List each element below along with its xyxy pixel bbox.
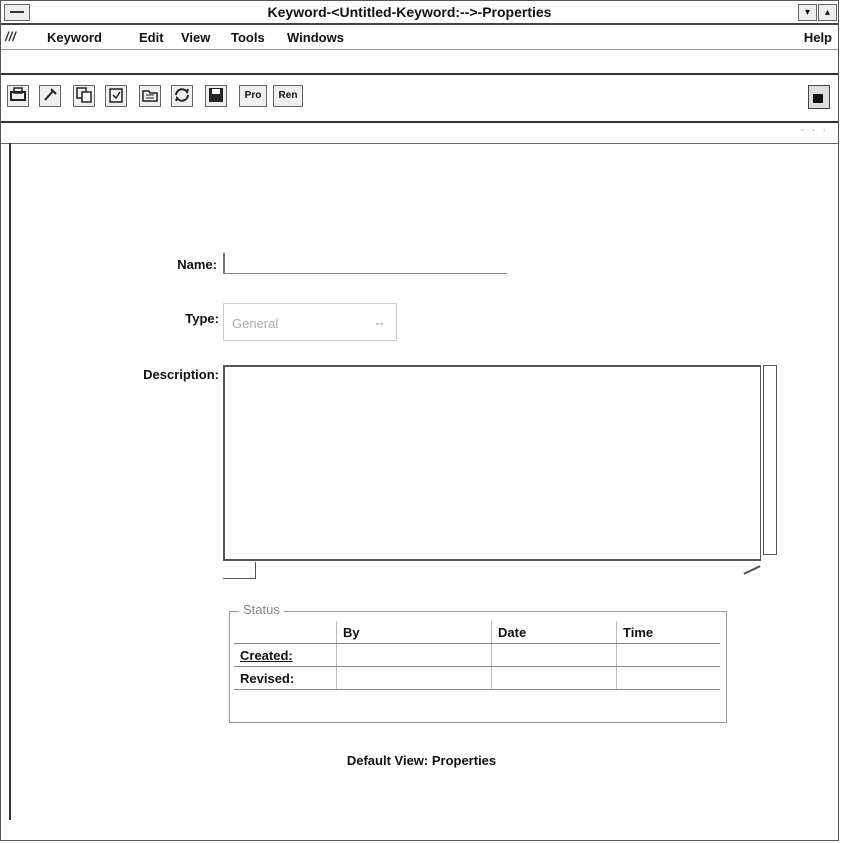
print-icon[interactable] (7, 85, 29, 107)
description-textarea[interactable] (223, 365, 761, 561)
window-title: Keyword-<Untitled-Keyword:-->-Properties (267, 4, 552, 20)
more-indicator: · · · (800, 124, 828, 136)
system-menu-button[interactable] (4, 4, 30, 21)
resize-grip-icon[interactable] (743, 565, 761, 575)
app-logo-icon: /// (5, 29, 16, 44)
status-col-blank (234, 621, 337, 644)
name-input[interactable] (223, 253, 507, 274)
created-by-cell (336, 643, 492, 667)
status-legend: Status (239, 602, 284, 617)
save-icon[interactable] (205, 85, 227, 107)
menu-keyword[interactable]: Keyword (47, 30, 102, 45)
toolbar: Pro Ren (1, 73, 838, 123)
menu-tools[interactable]: Tools (231, 30, 265, 45)
paste-icon[interactable] (105, 85, 127, 107)
description-corner-icon (223, 562, 256, 579)
folder-icon[interactable] (139, 85, 161, 107)
menu-bar: /// Keyword Edit View Tools Windows Help (1, 25, 838, 50)
status-col-date: Date (491, 621, 617, 644)
type-dropdown-icon: ↔ (373, 314, 386, 329)
status-row-label: Created: (234, 643, 337, 667)
properties-window: Keyword-<Untitled-Keyword:-->-Properties… (0, 0, 839, 841)
default-view-label: Default View: Properties (346, 753, 497, 768)
status-col-by: By (336, 621, 492, 644)
menu-view[interactable]: View (181, 30, 210, 45)
status-strip: · · · (1, 119, 838, 144)
revised-date-cell (491, 666, 617, 690)
title-bar[interactable]: Keyword-<Untitled-Keyword:-->-Properties… (1, 1, 838, 25)
type-select-value: General (232, 316, 279, 331)
minimize-button[interactable]: ▾ (798, 4, 817, 21)
name-label: Name: (177, 257, 217, 272)
refresh-icon[interactable] (171, 85, 193, 107)
table-row: Revised: (234, 666, 720, 690)
status-table: By Date Time Created: Revised: (234, 621, 720, 690)
description-label: Description: (143, 367, 219, 382)
type-select[interactable]: General ↔ (223, 303, 397, 341)
tools-icon[interactable] (39, 85, 61, 107)
revised-by-cell (336, 666, 492, 690)
lock-icon[interactable] (808, 85, 830, 109)
created-time-cell (616, 643, 720, 667)
ren-button[interactable]: Ren (273, 85, 303, 107)
table-row: Created: (234, 643, 720, 667)
menu-help[interactable]: Help (804, 30, 832, 45)
menu-edit[interactable]: Edit (139, 30, 164, 45)
description-scrollbar[interactable] (763, 365, 777, 555)
maximize-button[interactable]: ▴ (818, 4, 837, 21)
status-header-row: By Date Time (234, 621, 720, 644)
copy-icon[interactable] (73, 85, 95, 107)
left-divider (9, 143, 11, 820)
pro-button[interactable]: Pro (239, 85, 267, 107)
status-row-label: Revised: (234, 666, 337, 690)
revised-time-cell (616, 666, 720, 690)
created-date-cell (491, 643, 617, 667)
status-col-time: Time (616, 621, 720, 644)
menu-windows[interactable]: Windows (287, 30, 344, 45)
type-label: Type: (185, 311, 219, 326)
